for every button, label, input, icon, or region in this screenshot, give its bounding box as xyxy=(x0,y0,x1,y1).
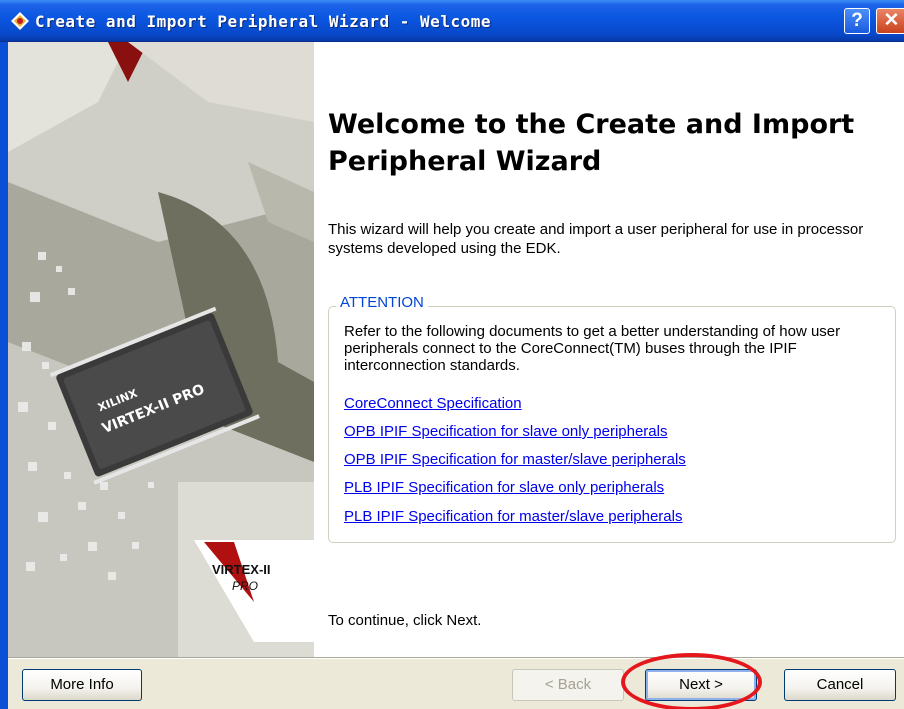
logo-sub: PRO xyxy=(232,579,258,593)
logo-text: VIRTEX-II xyxy=(212,562,271,577)
link-coreconnect-spec[interactable]: CoreConnect Specification xyxy=(344,395,522,412)
intro-text: This wizard will help you create and imp… xyxy=(328,221,864,257)
more-info-button[interactable]: More Info xyxy=(22,669,142,701)
attention-legend: ATTENTION xyxy=(336,294,428,311)
next-button[interactable]: Next > xyxy=(645,669,757,701)
wizard-page: XILINX VIRTEX-II PRO VIRTEX-II PRO Welco… xyxy=(8,42,904,657)
wizard-app-icon xyxy=(11,12,29,30)
help-button[interactable]: ? xyxy=(844,8,870,34)
wizard-banner-image: XILINX VIRTEX-II PRO VIRTEX-II PRO xyxy=(8,42,314,657)
cancel-button[interactable]: Cancel xyxy=(784,669,896,701)
back-button[interactable]: < Back xyxy=(512,669,624,701)
window-title: Create and Import Peripheral Wizard - We… xyxy=(35,12,491,31)
window-frame xyxy=(0,42,8,709)
page-title: Welcome to the Create and Import Periphe… xyxy=(328,109,855,177)
title-bar[interactable]: Create and Import Peripheral Wizard - We… xyxy=(0,0,904,42)
close-button[interactable]: ✕ xyxy=(876,8,904,34)
link-plb-slave-spec[interactable]: PLB IPIF Specification for slave only pe… xyxy=(344,479,664,496)
attention-description: Refer to the following documents to get … xyxy=(344,323,841,374)
link-opb-slave-spec[interactable]: OPB IPIF Specification for slave only pe… xyxy=(344,423,667,440)
link-plb-master-slave-spec[interactable]: PLB IPIF Specification for master/slave … xyxy=(344,508,682,525)
link-opb-master-slave-spec[interactable]: OPB IPIF Specification for master/slave … xyxy=(344,451,686,468)
continue-instruction: To continue, click Next. xyxy=(328,612,482,629)
button-bar-separator xyxy=(8,657,904,659)
